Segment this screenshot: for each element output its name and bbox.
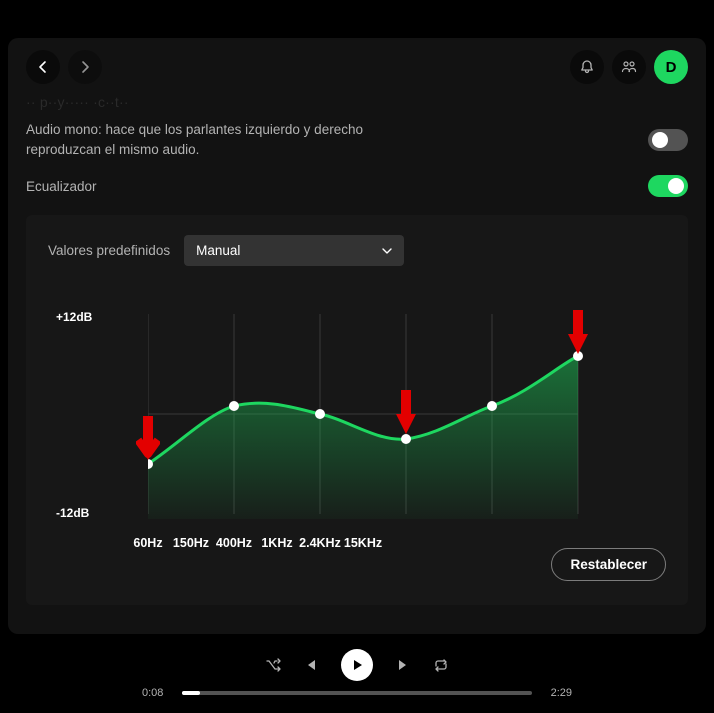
reset-button[interactable]: Restablecer bbox=[551, 548, 666, 581]
arrow-down-icon bbox=[136, 416, 160, 462]
notifications-button[interactable] bbox=[570, 50, 604, 84]
settings-content: ·· p··y····· ·c··t·· Audio mono: hace qu… bbox=[8, 94, 706, 625]
back-button[interactable] bbox=[26, 50, 60, 84]
progress-row: 0:08 2:29 bbox=[142, 687, 572, 699]
preset-label: Valores predefinidos bbox=[48, 243, 170, 258]
eq-handle-2.4khz[interactable] bbox=[487, 401, 497, 411]
equalizer-toggle[interactable] bbox=[648, 175, 688, 197]
chevron-down-icon bbox=[382, 246, 392, 256]
preset-select[interactable]: Manual bbox=[184, 235, 404, 266]
previous-button[interactable] bbox=[303, 657, 319, 673]
mono-audio-description: Audio mono: hace que los parlantes izqui… bbox=[26, 120, 436, 159]
y-axis-top-label: +12dB bbox=[56, 310, 92, 324]
progress-bar[interactable] bbox=[182, 691, 532, 695]
mono-audio-row: Audio mono: hace que los parlantes izqui… bbox=[26, 120, 688, 159]
shuffle-icon bbox=[265, 657, 281, 673]
mono-audio-toggle[interactable] bbox=[648, 129, 688, 151]
elapsed-time: 0:08 bbox=[142, 687, 172, 699]
player-bar: 0:08 2:29 bbox=[0, 634, 714, 713]
equalizer-panel: Valores predefinidos Manual +12dB -12dB bbox=[26, 215, 688, 605]
bell-icon bbox=[579, 59, 595, 75]
y-axis-bottom-label: -12dB bbox=[56, 506, 89, 520]
next-button[interactable] bbox=[395, 657, 411, 673]
equalizer-label: Ecualizador bbox=[26, 179, 97, 194]
people-icon bbox=[621, 59, 637, 75]
shuffle-button[interactable] bbox=[265, 657, 281, 673]
obscured-text: ·· p··y····· ·c··t·· bbox=[26, 94, 688, 110]
avatar-letter: D bbox=[666, 59, 677, 76]
total-time: 2:29 bbox=[542, 687, 572, 699]
equalizer-row: Ecualizador bbox=[26, 175, 688, 197]
play-button[interactable] bbox=[341, 649, 373, 681]
app-frame: D ·· p··y····· ·c··t·· Audio mono: hace … bbox=[8, 38, 706, 634]
skip-forward-icon bbox=[395, 657, 411, 673]
skip-back-icon bbox=[303, 657, 319, 673]
forward-button[interactable] bbox=[68, 50, 102, 84]
top-bar: D bbox=[8, 38, 706, 90]
chevron-left-icon bbox=[35, 59, 51, 75]
eq-curve-svg bbox=[148, 314, 588, 519]
preset-row: Valores predefinidos Manual bbox=[48, 235, 666, 266]
chevron-right-icon bbox=[77, 59, 93, 75]
eq-handle-400hz[interactable] bbox=[315, 409, 325, 419]
x-axis-labels: 60Hz 150Hz 400Hz 1KHz 2.4KHz 15KHz bbox=[148, 536, 578, 550]
play-icon bbox=[350, 658, 364, 672]
player-controls bbox=[265, 649, 449, 681]
avatar[interactable]: D bbox=[654, 50, 688, 84]
repeat-button[interactable] bbox=[433, 657, 449, 673]
preset-value: Manual bbox=[196, 243, 240, 258]
eq-handle-150hz[interactable] bbox=[229, 401, 239, 411]
reset-row: Restablecer bbox=[48, 548, 666, 581]
friends-button[interactable] bbox=[612, 50, 646, 84]
arrow-down-icon bbox=[566, 310, 590, 356]
progress-fill bbox=[182, 691, 200, 695]
arrow-down-icon bbox=[394, 390, 418, 436]
xlabel-15khz: 15KHz bbox=[320, 536, 406, 550]
repeat-icon bbox=[433, 657, 449, 673]
